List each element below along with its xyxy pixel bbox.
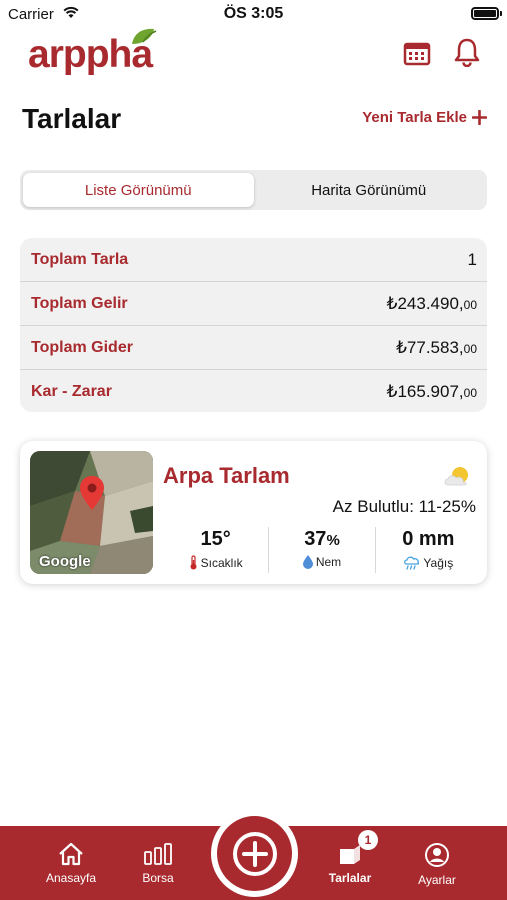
fields-count-badge: 1 (358, 830, 378, 850)
summary-value: 1 (467, 249, 477, 269)
battery-icon (471, 7, 502, 20)
page-title: Tarlalar (22, 103, 122, 134)
humidity-stat: 37% Nem (269, 527, 376, 573)
home-icon (59, 842, 83, 866)
precipitation-label: Yağış (423, 555, 454, 570)
summary-row-total-fields: Toplam Tarla 1 (20, 238, 487, 282)
add-button[interactable] (211, 810, 298, 897)
rain-cloud-icon (404, 556, 420, 570)
add-field-label: Yeni Tarla Ekle (362, 109, 467, 126)
humidity-label: Nem (315, 555, 342, 569)
field-card[interactable]: Google Arpa Tarlam Az Bulutlu: 11-25% 15… (20, 441, 487, 584)
field-name: Arpa Tarlam (163, 463, 290, 488)
summary-value: ₺165.907,00 (386, 382, 477, 401)
summary-row-total-income: Toplam Gelir ₺243.490,00 (20, 282, 487, 326)
field-map-thumbnail[interactable]: Google (30, 451, 153, 574)
add-field-button[interactable]: Yeni Tarla Ekle (362, 109, 487, 126)
plus-circle-icon (232, 831, 277, 876)
summary-label: Toplam Tarla (31, 250, 129, 268)
clock: ÖS 3:05 (223, 5, 284, 22)
temperature-value: 15° (200, 528, 231, 550)
summary-value: ₺243.490,00 (386, 293, 477, 313)
humidity-value: 37% (304, 528, 340, 550)
summary-label: Toplam Gelir (31, 294, 128, 312)
summary-value: ₺77.583,00 (396, 337, 477, 357)
summary-table: Toplam Tarla 1 Toplam Gelir ₺243.490,00 … (20, 238, 487, 412)
partly-cloudy-icon (444, 467, 468, 486)
status-bar: Carrier ÖS 3:05 (0, 0, 507, 28)
list-view-tab[interactable]: Liste Görünümü (23, 173, 254, 207)
add-button-inner (217, 816, 292, 891)
summary-row-total-expense: Toplam Gider ₺77.583,00 (20, 326, 487, 370)
tab-market-label: Borsa (142, 871, 174, 885)
tab-settings-label: Ayarlar (418, 873, 456, 887)
summary-label: Toplam Gider (31, 338, 133, 356)
calendar-icon[interactable] (403, 40, 431, 66)
drop-icon (302, 555, 313, 569)
plus-icon (472, 110, 487, 125)
summary-row-profit-loss: Kar - Zarar ₺165.907,00 (20, 370, 487, 412)
tab-settings[interactable]: Ayarlar (397, 842, 477, 887)
temperature-label: Sıcaklık (200, 555, 243, 570)
map-view-tab[interactable]: Harita Görünümü (254, 173, 485, 207)
tab-home-label: Anasayfa (45, 871, 97, 885)
temperature-stat: 15° Sıcaklık (163, 527, 270, 573)
thermometer-icon (190, 555, 197, 570)
tab-home[interactable]: Anasayfa (31, 842, 111, 885)
tab-market[interactable]: Borsa (118, 842, 198, 885)
google-attribution: Google (39, 553, 91, 570)
leaf-icon (132, 28, 157, 44)
tab-fields[interactable]: Tarlalar (310, 842, 390, 885)
weather-stats: 15° Sıcaklık 37% Nem 0 mm Yağış (163, 527, 481, 573)
summary-label: Kar - Zarar (31, 383, 112, 400)
user-icon (425, 843, 449, 867)
bell-icon[interactable] (453, 37, 481, 67)
bars-icon (144, 843, 172, 865)
view-toggle: Liste Görünümü Harita Görünümü (20, 170, 487, 210)
tab-fields-label: Tarlalar (328, 871, 372, 885)
precipitation-stat: 0 mm Yağış (376, 527, 481, 573)
precipitation-value: 0 mm (402, 528, 455, 550)
weather-description: Az Bulutlu: 11-25% (332, 497, 476, 516)
map-pin-icon (80, 476, 104, 510)
